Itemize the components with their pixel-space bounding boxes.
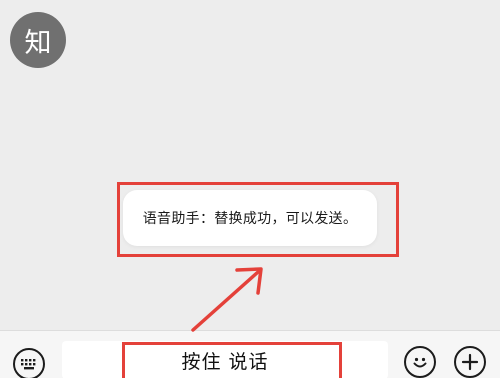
plus-icon (461, 353, 479, 371)
voice-assistant-toast: 语音助手：替换成功，可以发送。 (123, 190, 377, 246)
toast-message: 语音助手：替换成功，可以发送。 (142, 211, 358, 227)
emoji-icon (413, 357, 427, 368)
hold-to-talk-button[interactable]: 按住 说话 (62, 341, 388, 378)
keyboard-icon (21, 359, 36, 370)
emoji-button[interactable] (404, 346, 436, 378)
more-functions-button[interactable] (454, 346, 486, 378)
contact-avatar[interactable]: 知 (10, 12, 66, 68)
keyboard-toggle-button[interactable] (13, 348, 45, 378)
avatar-text: 知 (24, 27, 52, 59)
chat-area: 知 语音助手：替换成功，可以发送。 (0, 0, 500, 330)
hold-to-talk-label: 按住 说话 (181, 350, 269, 373)
